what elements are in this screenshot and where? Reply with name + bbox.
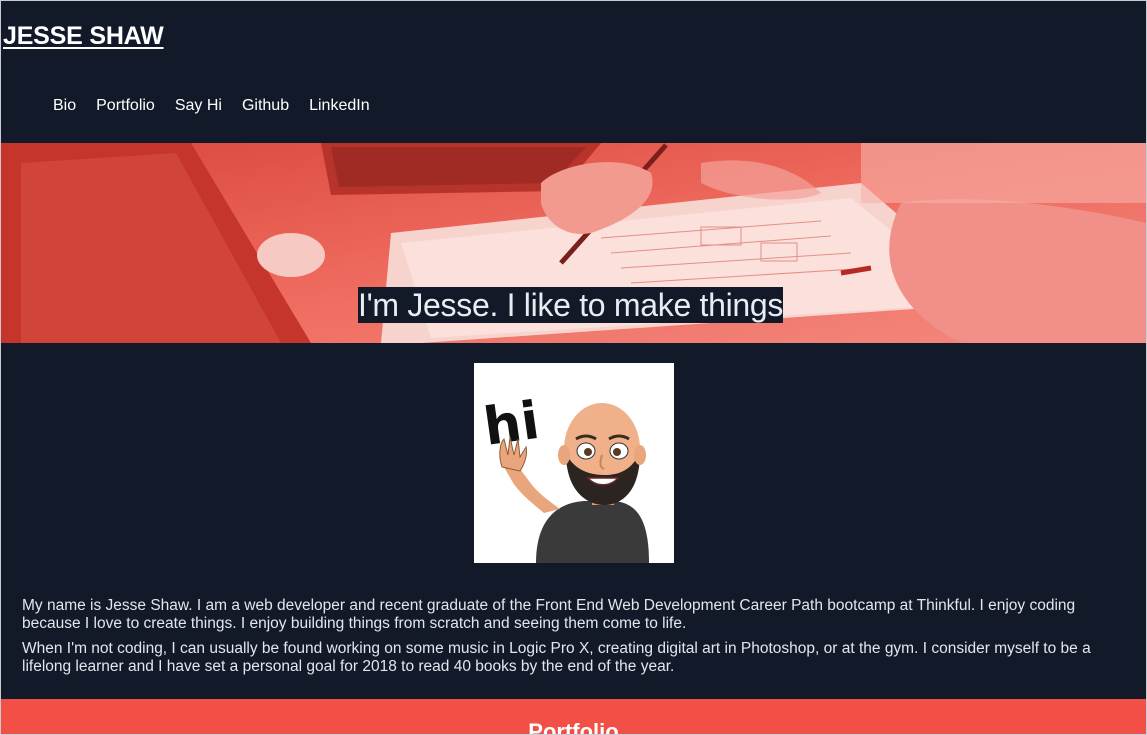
portfolio-section: Portfolio — [1, 699, 1146, 735]
bitmoji-avatar-image: hi — [479, 389, 649, 563]
nav-link-bio[interactable]: Bio — [53, 97, 76, 115]
hero-banner: I'm Jesse. I like to make things — [1, 143, 1146, 343]
site-header: JESSE SHAW Bio Portfolio Say Hi Github L… — [1, 1, 1146, 143]
bio-paragraph-2: When I'm not coding, I can usually be fo… — [22, 640, 1091, 675]
main-nav: Bio Portfolio Say Hi Github LinkedIn — [53, 97, 390, 115]
nav-link-github[interactable]: Github — [242, 97, 289, 115]
nav-link-linkedin[interactable]: LinkedIn — [309, 97, 370, 115]
nav-link-say-hi[interactable]: Say Hi — [175, 97, 222, 115]
bio-paragraph-1: My name is Jesse Shaw. I am a web develo… — [22, 597, 1076, 632]
site-title-link[interactable]: JESSE SHAW — [3, 22, 164, 51]
page: JESSE SHAW Bio Portfolio Say Hi Github L… — [0, 0, 1147, 735]
avatar: hi — [474, 363, 674, 563]
hero-tagline: I'm Jesse. I like to make things — [358, 287, 784, 323]
bio-section: hi My name is Jesse Shaw. I am a web dev… — [1, 343, 1146, 699]
nav-link-portfolio[interactable]: Portfolio — [96, 97, 155, 115]
bio-text: My name is Jesse Shaw. I am a web develo… — [22, 597, 1132, 683]
portfolio-heading: Portfolio — [528, 719, 619, 735]
